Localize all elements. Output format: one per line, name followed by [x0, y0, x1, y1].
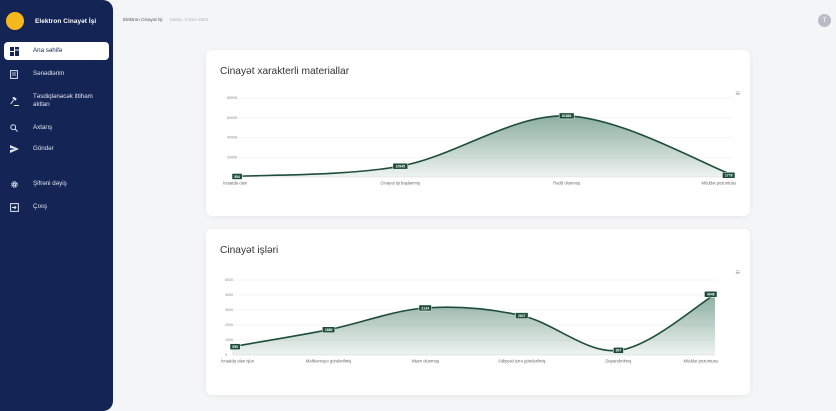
data-label: 2627 — [515, 312, 529, 319]
y-tick-label: 1000 — [225, 338, 233, 342]
series-area — [234, 115, 733, 177]
sidebar-item-home[interactable]: Ana səhifə — [4, 42, 109, 60]
sidebar-item-documents[interactable]: Sənədlərim — [0, 68, 113, 80]
dashboard-icon — [9, 46, 19, 56]
sidebar-item-indictments[interactable]: Təsdiqlənəcək ittiham aktları — [0, 89, 113, 113]
x-tick-label: Müddət pozuntusu — [702, 181, 737, 186]
sidebar-item-label: Axtarış — [33, 124, 53, 131]
app-title: Elektron Cinayət İşi — [35, 17, 97, 25]
data-label: 555 — [229, 343, 241, 350]
y-tick-label: 40000 — [227, 136, 237, 140]
x-tick-label: Cinayət işi başlanmış — [381, 181, 421, 186]
data-label: 10945 — [392, 162, 409, 170]
svg-text:4048: 4048 — [707, 293, 715, 297]
y-tick-label: 4000 — [225, 293, 233, 297]
svg-text:10945: 10945 — [396, 164, 406, 168]
series-area — [232, 294, 715, 355]
gear-icon — [9, 179, 19, 189]
x-tick-label: Dayandırılmış — [605, 359, 631, 364]
y-tick-label: 5000 — [225, 278, 233, 282]
x-tick-label: Məhkəməyə göndərilmiş — [306, 359, 351, 364]
data-label: 1778 — [722, 171, 736, 179]
data-label: 307 — [613, 347, 624, 354]
data-label: 554 — [231, 173, 243, 180]
x-tick-label: İcraatda olan — [223, 181, 248, 186]
sidebar-item-label: Ana səhifə — [33, 47, 63, 54]
svg-text:1686: 1686 — [325, 328, 333, 332]
materials-chart: 80000 60000 40000 20000 554 10945 61884 1778 İcr… — [223, 96, 737, 186]
y-tick-label: 20000 — [227, 155, 237, 159]
chart-card-materials: Cinayət xarakterli materiallar ≡ 80000 60… — [206, 50, 750, 216]
y-tick-label: 3000 — [225, 308, 233, 312]
sidebar-item-label: Şifrəni dəyiş — [33, 180, 67, 187]
document-icon — [9, 69, 19, 79]
sidebar-item-label: Çıxış — [33, 203, 48, 210]
x-tick-label: Aidiyyəti üzrə göndərilmiş — [498, 359, 545, 364]
search-icon — [9, 123, 19, 133]
sidebar-item-label: Təsdiqlənəcək ittiham aktları — [33, 93, 93, 108]
svg-text:2627: 2627 — [518, 314, 526, 318]
cases-chart: 5000 4000 3000 2000 1000 0 555 1686 3134 2627 307 4… — [221, 278, 719, 364]
sidebar-item-change-password[interactable]: Şifrəni dəyiş — [0, 178, 113, 190]
svg-text:555: 555 — [232, 345, 238, 349]
sidebar-item-label: Sənədlərim — [33, 70, 65, 77]
data-label: 61884 — [558, 112, 575, 120]
brand[interactable]: Elektron Cinayət İşi — [6, 10, 96, 32]
gavel-icon — [9, 96, 19, 106]
sidebar-item-send[interactable]: Göndər — [0, 143, 113, 155]
chart-card-cases: Cinayət işləri ≡ 5000 4000 3000 2000 1000 0 55… — [206, 229, 750, 395]
sidebar-item-label: Göndər — [33, 145, 54, 152]
svg-text:554: 554 — [234, 175, 240, 179]
svg-text:61884: 61884 — [562, 114, 572, 118]
y-tick-label: 0 — [225, 353, 227, 357]
x-tick-label: Rədd olunmuş — [553, 181, 580, 186]
x-tick-label: İcraatda olan işlər — [221, 359, 255, 364]
current-date: Cümə, 3 İyun 2022 — [169, 17, 209, 22]
breadcrumb-app[interactable]: Elektron Cinayət İşi — [123, 17, 163, 22]
data-label: 1686 — [322, 326, 336, 333]
y-tick-label: 2000 — [225, 323, 233, 327]
x-tick-label: Xitam olunmuş — [411, 359, 439, 364]
send-icon — [9, 144, 19, 154]
svg-text:3134: 3134 — [421, 306, 429, 310]
x-tick-label: Müddət pozuntusu — [684, 359, 719, 364]
logo-icon — [6, 12, 24, 30]
y-tick-label: 60000 — [227, 116, 237, 120]
sidebar-item-logout[interactable]: Çıxış — [0, 201, 113, 213]
svg-text:307: 307 — [616, 349, 622, 353]
logout-icon — [9, 202, 19, 212]
sidebar: Elektron Cinayət İşi Ana səhifə Sənədlər… — [0, 0, 113, 411]
svg-text:1778: 1778 — [725, 174, 733, 178]
avatar[interactable]: T — [818, 14, 831, 27]
sidebar-item-search[interactable]: Axtarış — [0, 122, 113, 134]
y-tick-label: 80000 — [227, 96, 237, 100]
data-label: 4048 — [704, 291, 718, 298]
breadcrumb: Elektron Cinayət İşi Cümə, 3 İyun 2022 — [123, 17, 208, 22]
data-label: 3134 — [418, 304, 432, 312]
